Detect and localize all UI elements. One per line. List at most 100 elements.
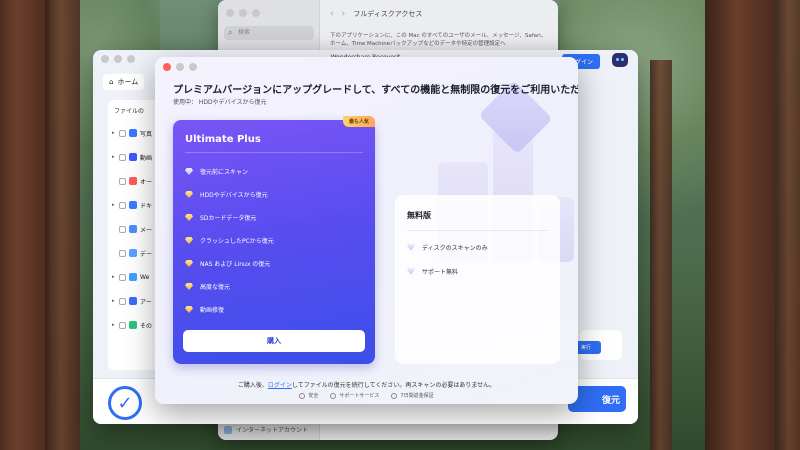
checkbox[interactable]	[119, 273, 126, 281]
checkbox[interactable]	[119, 129, 126, 137]
feature-label: HDDやデバイスから復元	[200, 192, 268, 199]
item-label: オー	[140, 178, 153, 186]
audio-icon	[129, 177, 137, 185]
trust-badges: 安全 サポートサービス 7日間返金保証	[155, 392, 578, 399]
back-arrow-icon[interactable]: ‹	[330, 9, 334, 19]
checkbox[interactable]	[119, 225, 126, 233]
checkbox[interactable]	[119, 297, 126, 305]
photo-icon	[129, 129, 137, 137]
web-icon	[129, 273, 137, 281]
badge-label: サポートサービス	[339, 393, 380, 399]
diamond-icon	[185, 191, 193, 198]
diamond-icon	[407, 267, 415, 275]
sidebar-item-internet-accounts[interactable]: インターネットアカウント	[224, 425, 308, 434]
item-label: メー	[140, 226, 153, 234]
archive-icon	[129, 297, 137, 305]
dialog-title: プレミアムバージョンにアップグレードして、すべての機能と無制限の復元をご利用いた…	[173, 85, 578, 96]
other-icon	[129, 321, 137, 329]
feature-label: クラッシュしたPCから復元	[200, 238, 274, 245]
feature-label: NAS および Linux の復元	[200, 261, 271, 268]
diamond-icon	[185, 237, 193, 244]
close-button[interactable]	[163, 63, 171, 71]
chevron-right-icon[interactable]: ▸	[112, 154, 116, 160]
most-popular-badge: 最も人気	[342, 116, 375, 127]
shield-icon	[299, 392, 306, 399]
item-label: アー	[140, 298, 152, 306]
checkbox[interactable]	[119, 249, 126, 257]
checkbox[interactable]	[119, 201, 126, 209]
database-icon	[129, 249, 137, 257]
checkmark-icon: ✓	[108, 386, 142, 420]
item-label: 写真	[140, 130, 153, 138]
diamond-icon	[407, 243, 415, 251]
free-plan-card[interactable]: 無料版 ディスクのスキャンのみ サポート無料	[395, 195, 560, 364]
tree-trunk	[775, 0, 800, 450]
refund-icon	[391, 392, 398, 399]
chevron-right-icon[interactable]: ▸	[112, 322, 116, 328]
feature-item: 高度な復元	[185, 275, 274, 298]
video-icon	[129, 153, 137, 161]
sidebar-item-label: インターネットアカウント	[236, 427, 309, 434]
free-feature-list: ディスクのスキャンのみ サポート無料	[407, 235, 488, 283]
plan-name: Ultimate Plus	[185, 134, 261, 145]
chevron-right-icon[interactable]: ▸	[112, 274, 116, 280]
note-text: ご購入後、	[237, 382, 268, 389]
badge-support: サポートサービス	[330, 392, 379, 399]
feature-label: 復元前にスキャン	[200, 169, 249, 176]
chevron-right-icon[interactable]: ▸	[112, 298, 116, 304]
tree-trunk	[0, 0, 50, 450]
chevron-right-icon[interactable]: ▸	[112, 130, 116, 136]
upgrade-dialog: プレミアムバージョンにアップグレードして、すべての機能と無制限の復元をご利用いた…	[155, 57, 578, 404]
divider	[407, 230, 548, 231]
buy-button[interactable]: 購入	[183, 330, 365, 352]
premium-feature-list: 復元前にスキャン HDDやデバイスから復元 SDカードデータ復元 クラッシュした…	[185, 160, 274, 321]
tree-trunk	[705, 0, 775, 450]
diamond-icon	[185, 260, 193, 267]
item-label: 動画	[140, 154, 153, 162]
diamond-icon	[185, 283, 193, 290]
diamond-icon	[185, 214, 193, 221]
mail-icon	[129, 225, 137, 233]
feature-item: 復元前にスキャン	[185, 160, 274, 183]
checkbox[interactable]	[119, 321, 126, 329]
checkbox[interactable]	[119, 153, 126, 161]
forward-arrow-icon[interactable]: ›	[342, 9, 346, 19]
tree-trunk	[650, 60, 672, 450]
premium-plan-card[interactable]: 最も人気 Ultimate Plus 復元前にスキャン HDDやデバイスから復元…	[173, 116, 375, 364]
settings-search-input[interactable]: ⌕ 検索	[224, 26, 314, 40]
badge-safe: 安全	[299, 392, 318, 399]
feature-item: HDDやデバイスから復元	[185, 183, 274, 206]
feature-item: ディスクのスキャンのみ	[407, 235, 488, 259]
home-tab[interactable]: ⌂ ホーム	[103, 74, 145, 90]
headset-icon	[330, 392, 337, 399]
item-label: ドキ	[140, 202, 153, 210]
feature-item: 動画修復	[185, 298, 274, 321]
plan-name: 無料版	[407, 211, 431, 220]
chevron-right-icon[interactable]: ▸	[112, 202, 116, 208]
diamond-icon	[185, 168, 193, 175]
feature-label: SDカードデータ復元	[200, 215, 257, 222]
zoom-button[interactable]	[252, 9, 260, 17]
note-text: してファイルの復元を続行してください。再スキャンの必要はありません。	[291, 382, 496, 389]
item-label: We	[140, 273, 150, 281]
zoom-button[interactable]	[189, 63, 197, 71]
minimize-button[interactable]	[176, 63, 184, 71]
settings-page-title: フルディスクアクセス	[353, 10, 423, 18]
home-icon: ⌂	[109, 78, 114, 86]
checkbox[interactable]	[119, 177, 126, 185]
home-label: ホーム	[117, 78, 139, 86]
feature-item: NAS および Linux の復元	[185, 252, 274, 275]
feature-label: 動画修復	[200, 307, 225, 314]
feature-label: サポート無料	[422, 268, 459, 276]
robot-assistant-icon[interactable]	[612, 53, 628, 67]
badge-label: 7日間返金保証	[400, 393, 434, 399]
item-label: その	[140, 322, 153, 330]
settings-header: ‹ › フルディスクアクセス	[320, 0, 558, 28]
login-link[interactable]: ログイン	[268, 382, 292, 389]
feature-label: 高度な復元	[200, 284, 231, 291]
diamond-icon	[185, 306, 193, 313]
search-icon: ⌕	[228, 28, 233, 37]
close-button[interactable]	[226, 9, 234, 17]
minimize-button[interactable]	[239, 9, 247, 17]
settings-description: 下のアプリケーションに、この Mac のすべてのユーザのメール、メッセージ、Sa…	[330, 33, 547, 47]
